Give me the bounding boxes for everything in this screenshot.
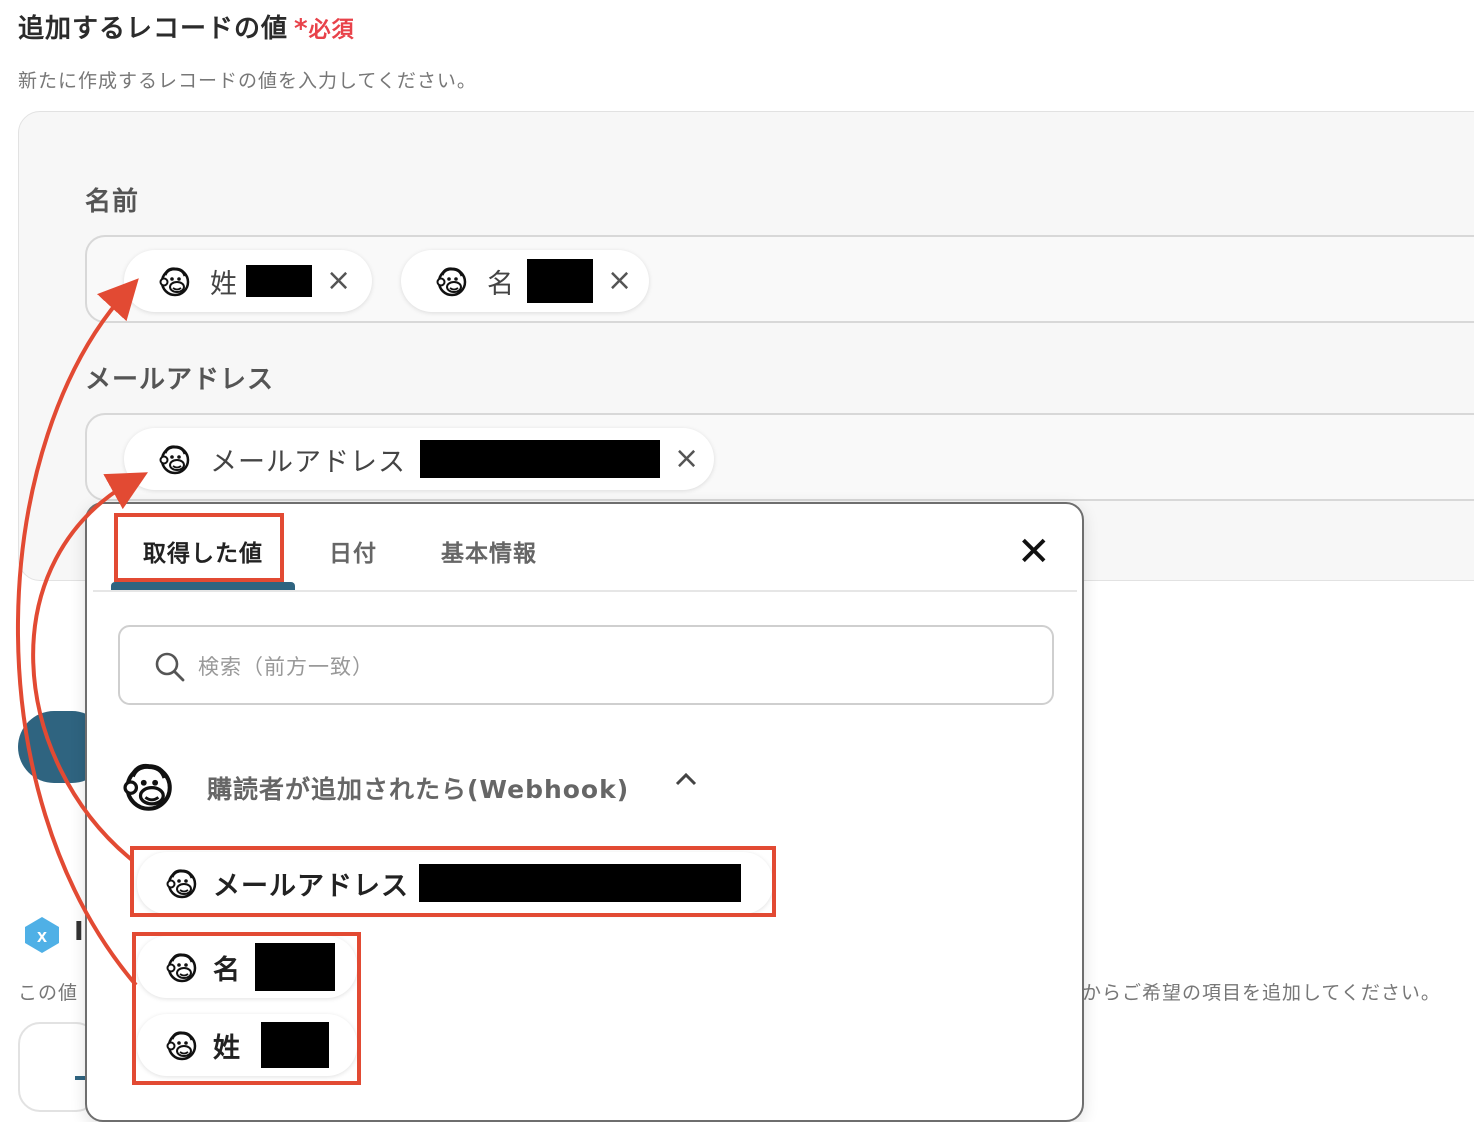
close-icon[interactable]: ✕ xyxy=(1017,532,1051,572)
chip-label: 名 xyxy=(487,268,515,300)
chip-label: メールアドレス xyxy=(210,446,406,478)
highlight-email-item xyxy=(130,846,776,917)
tab-divider xyxy=(93,590,1077,592)
lower-description-end: からご希望の項目を追加してください。 xyxy=(1082,982,1441,1004)
highlight-active-tab xyxy=(114,513,284,582)
mailchimp-icon xyxy=(158,443,190,475)
chip-label: 姓 xyxy=(210,268,238,300)
required-label: 必須 xyxy=(308,18,355,43)
name-field[interactable]: 姓 × 名 × xyxy=(85,235,1474,323)
svg-text:x: x xyxy=(37,926,47,946)
section-description: 新たに作成するレコードの値を入力してください。 xyxy=(18,70,477,92)
search-input[interactable]: 検索（前方一致） xyxy=(118,625,1054,705)
redacted-value xyxy=(246,265,312,297)
close-icon[interactable]: × xyxy=(674,444,699,474)
highlight-name-items xyxy=(132,932,361,1085)
mailchimp-icon xyxy=(435,265,467,297)
email-field-label: メールアドレス xyxy=(85,365,275,395)
email-field[interactable]: メールアドレス × xyxy=(85,413,1474,501)
close-icon[interactable]: × xyxy=(326,266,351,296)
search-icon xyxy=(155,652,185,682)
chip-last-name[interactable]: 姓 × xyxy=(124,250,372,312)
app-hex-icon: x xyxy=(25,917,59,953)
mailchimp-icon xyxy=(121,760,173,812)
close-icon[interactable]: × xyxy=(607,266,632,296)
section-title: 追加するレコードの値 *必須 xyxy=(18,8,355,45)
section-title-text: 追加するレコードの値 xyxy=(18,14,289,44)
lower-description-start: この値 xyxy=(18,982,79,1004)
group-title[interactable]: 購読者が追加されたら(Webhook) xyxy=(207,770,629,806)
tab-date[interactable]: 日付 xyxy=(329,534,377,568)
active-tab-indicator xyxy=(111,582,295,590)
mailchimp-icon xyxy=(158,265,190,297)
chevron-up-icon[interactable] xyxy=(675,772,697,786)
chip-first-name[interactable]: 名 × xyxy=(401,250,649,312)
name-field-label: 名前 xyxy=(85,187,140,217)
search-placeholder: 検索（前方一致） xyxy=(198,655,374,679)
chip-email[interactable]: メールアドレス × xyxy=(124,428,714,490)
lower-section-heading: I xyxy=(74,917,84,947)
tab-basic-info[interactable]: 基本情報 xyxy=(441,534,537,568)
redacted-value xyxy=(527,259,593,303)
redacted-value xyxy=(420,440,660,478)
required-star: * xyxy=(294,14,309,44)
